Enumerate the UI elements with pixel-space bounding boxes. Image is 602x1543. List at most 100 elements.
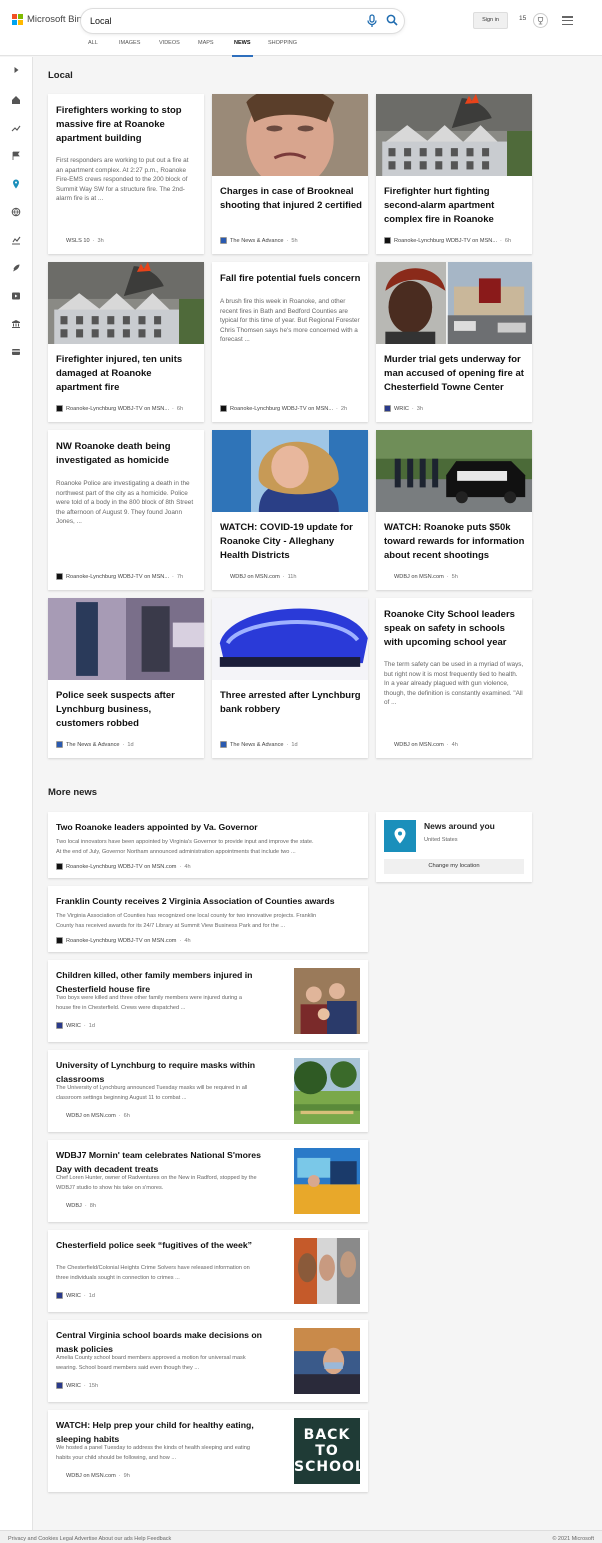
tab-maps[interactable]: MAPS: [198, 40, 214, 56]
news-title[interactable]: WATCH: COVID-19 update for Roanoke City …: [220, 521, 362, 562]
provider-name[interactable]: WDBJ on MSN.com: [66, 1473, 116, 1479]
news-title[interactable]: WDBJ7 Mornin' team celebrates National S…: [56, 1149, 270, 1177]
rocket-icon[interactable]: [11, 263, 21, 273]
local-news-card[interactable]: Police seek suspects after Lynchburg bus…: [48, 598, 204, 758]
video-icon[interactable]: [11, 291, 21, 301]
more-news-item[interactable]: Children killed, other family members in…: [48, 960, 368, 1042]
provider-name[interactable]: Roanoke-Lynchburg WDBJ-TV on MSN...: [230, 406, 333, 412]
provider-name[interactable]: WRIC: [66, 1293, 81, 1299]
search-icon[interactable]: [386, 14, 398, 26]
news-image[interactable]: [376, 430, 532, 512]
news-title[interactable]: WATCH: Help prep your child for healthy …: [56, 1419, 270, 1447]
news-thumbnail[interactable]: [294, 1238, 360, 1304]
provider-name[interactable]: WDBJ on MSN.com: [66, 1113, 116, 1119]
news-title[interactable]: Chesterfield police seek “fugitives of t…: [56, 1239, 270, 1253]
trending-icon[interactable]: [11, 123, 21, 133]
news-title[interactable]: Charges in case of Brookneal shooting th…: [220, 185, 362, 213]
news-image[interactable]: [376, 262, 532, 344]
news-title[interactable]: Police seek suspects after Lynchburg bus…: [56, 689, 198, 730]
news-thumbnail[interactable]: [294, 1058, 360, 1124]
provider-name[interactable]: WDBJ on MSN.com: [394, 574, 444, 580]
local-news-card[interactable]: Firefighter hurt fighting second-alarm a…: [376, 94, 532, 254]
rewards-trophy-icon[interactable]: [533, 13, 548, 28]
chart-icon[interactable]: [11, 235, 21, 245]
provider-name[interactable]: Roanoke-Lynchburg WDBJ-TV on MSN...: [66, 574, 169, 580]
news-title[interactable]: Firefighter injured, ten units damaged a…: [56, 353, 198, 394]
tab-videos[interactable]: VIDEOS: [159, 40, 180, 56]
news-title[interactable]: Firefighters working to stop massive fir…: [56, 104, 198, 145]
news-image[interactable]: [212, 598, 368, 680]
flag-icon[interactable]: [11, 151, 21, 161]
provider-name[interactable]: WRIC: [66, 1023, 81, 1029]
local-news-card[interactable]: WATCH: COVID-19 update for Roanoke City …: [212, 430, 368, 590]
local-news-card[interactable]: Roanoke City School leaders speak on saf…: [376, 598, 532, 758]
footer-links[interactable]: Privacy and Cookies Legal Advertise Abou…: [8, 1536, 171, 1542]
search-input[interactable]: [90, 13, 350, 29]
news-title[interactable]: Roanoke City School leaders speak on saf…: [384, 608, 526, 649]
sign-in-button[interactable]: Sign in: [473, 12, 508, 29]
news-image[interactable]: [376, 94, 532, 176]
more-news-item[interactable]: WDBJ7 Mornin' team celebrates National S…: [48, 1140, 368, 1222]
local-news-card[interactable]: Firefighter injured, ten units damaged a…: [48, 262, 204, 422]
provider-name[interactable]: The News & Advance: [230, 238, 283, 244]
news-thumbnail[interactable]: [294, 1148, 360, 1214]
news-image[interactable]: [212, 430, 368, 512]
more-news-item[interactable]: Central Virginia school boards make deci…: [48, 1320, 368, 1402]
card-icon[interactable]: [11, 347, 21, 357]
more-news-item[interactable]: University of Lynchburg to require masks…: [48, 1050, 368, 1132]
local-news-card[interactable]: NW Roanoke death being investigated as h…: [48, 430, 204, 590]
tab-shopping[interactable]: SHOPPING: [268, 40, 297, 56]
provider-name[interactable]: The News & Advance: [230, 742, 283, 748]
provider-name[interactable]: WDBJ: [66, 1203, 82, 1209]
microphone-icon[interactable]: [365, 14, 379, 28]
change-location-button[interactable]: Change my location: [384, 859, 524, 874]
more-news-item[interactable]: Two Roanoke leaders appointed by Va. Gov…: [48, 812, 368, 878]
provider-name[interactable]: WDBJ on MSN.com: [394, 742, 444, 748]
home-icon[interactable]: [11, 95, 21, 105]
news-title[interactable]: Children killed, other family members in…: [56, 969, 270, 997]
chevron-right-icon[interactable]: [11, 65, 21, 75]
news-title[interactable]: Three arrested after Lynchburg bank robb…: [220, 689, 362, 717]
provider-name[interactable]: Roanoke-Lynchburg WDBJ-TV on MSN...: [394, 238, 497, 244]
tab-news[interactable]: NEWS: [232, 40, 252, 57]
news-title[interactable]: Two Roanoke leaders appointed by Va. Gov…: [56, 821, 356, 835]
news-thumbnail[interactable]: BACK TO SCHOOL: [294, 1418, 364, 1484]
local-news-card[interactable]: Firefighters working to stop massive fir…: [48, 94, 204, 254]
news-title[interactable]: Firefighter hurt fighting second-alarm a…: [384, 185, 526, 226]
more-news-item[interactable]: Chesterfield police seek “fugitives of t…: [48, 1230, 368, 1312]
provider-name[interactable]: The News & Advance: [66, 742, 119, 748]
local-news-card[interactable]: Murder trial gets underway for man accus…: [376, 262, 532, 422]
provider-name[interactable]: WRIC: [394, 406, 409, 412]
provider-name[interactable]: WDBJ on MSN.com: [230, 574, 280, 580]
tab-all[interactable]: ALL: [88, 40, 98, 56]
news-image[interactable]: [212, 94, 368, 189]
hamburger-menu-icon[interactable]: [562, 16, 573, 26]
news-title[interactable]: University of Lynchburg to require masks…: [56, 1059, 270, 1087]
local-news-card[interactable]: Three arrested after Lynchburg bank robb…: [212, 598, 368, 758]
provider-name[interactable]: WRIC: [66, 1383, 81, 1389]
location-pin-icon[interactable]: [11, 179, 21, 189]
news-title[interactable]: WATCH: Roanoke puts $50k toward rewards …: [384, 521, 526, 562]
news-title[interactable]: Central Virginia school boards make deci…: [56, 1329, 270, 1357]
local-news-card[interactable]: Charges in case of Brookneal shooting th…: [212, 94, 368, 254]
tab-images[interactable]: IMAGES: [119, 40, 140, 56]
news-thumbnail[interactable]: [294, 968, 360, 1034]
globe-icon[interactable]: [11, 207, 21, 217]
news-title[interactable]: Murder trial gets underway for man accus…: [384, 353, 526, 394]
more-news-item[interactable]: WATCH: Help prep your child for healthy …: [48, 1410, 368, 1492]
news-image[interactable]: [48, 262, 204, 344]
news-thumbnail[interactable]: [294, 1328, 360, 1394]
provider-name[interactable]: WSLS 10: [66, 238, 90, 244]
local-news-card[interactable]: WATCH: Roanoke puts $50k toward rewards …: [376, 430, 532, 590]
news-title[interactable]: NW Roanoke death being investigated as h…: [56, 440, 198, 468]
news-image[interactable]: [48, 598, 204, 680]
more-news-item[interactable]: Franklin County receives 2 Virginia Asso…: [48, 886, 368, 952]
news-title[interactable]: Franklin County receives 2 Virginia Asso…: [56, 895, 356, 909]
local-news-card[interactable]: Fall fire potential fuels concern A brush…: [212, 262, 368, 422]
provider-name[interactable]: Roanoke-Lynchburg WDBJ-TV on MSN.com: [66, 864, 176, 870]
provider-name[interactable]: Roanoke-Lynchburg WDBJ-TV on MSN.com: [66, 938, 176, 944]
provider-name[interactable]: Roanoke-Lynchburg WDBJ-TV on MSN...: [66, 406, 169, 412]
building-icon[interactable]: [11, 319, 21, 329]
news-title[interactable]: Fall fire potential fuels concern: [220, 272, 362, 286]
bing-logo[interactable]: Microsoft Bing: [12, 14, 87, 25]
